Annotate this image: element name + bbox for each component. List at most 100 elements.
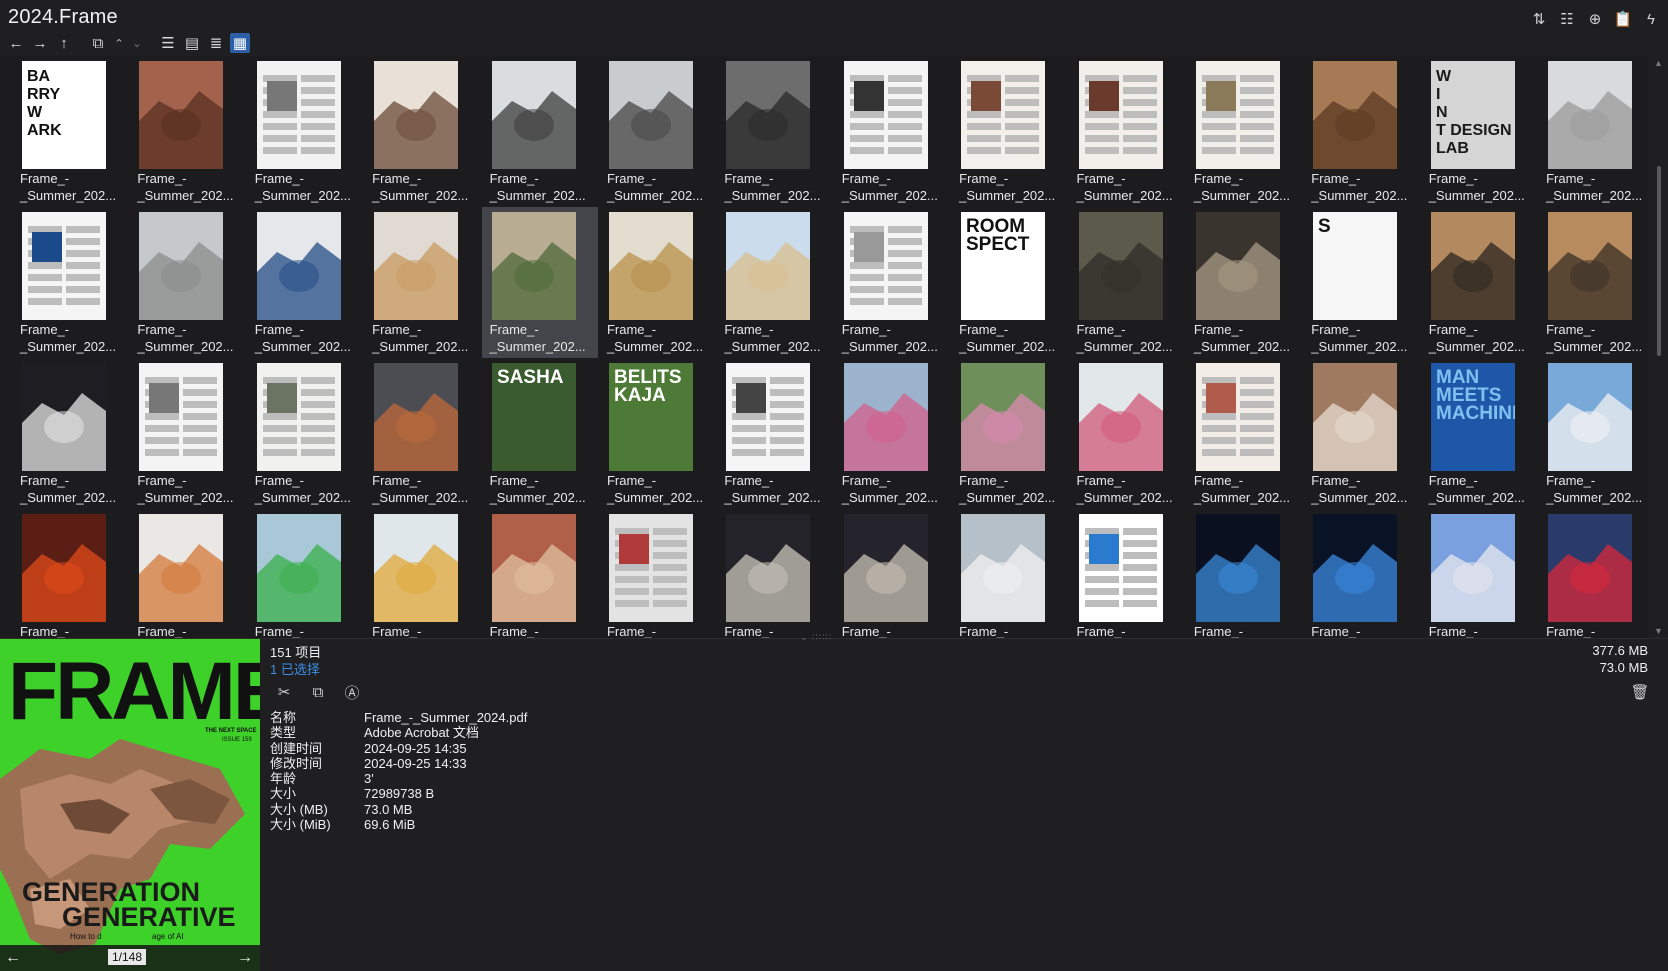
file-tile[interactable]: Frame_- (1069, 509, 1186, 638)
file-name-line-1: Frame_- (606, 171, 657, 186)
thumbnail-view-icon[interactable]: ▦ (230, 33, 250, 53)
file-name: Frame_- _Summer_202... (1546, 170, 1648, 204)
thumbnail-text: MACHINE (1436, 403, 1515, 424)
tile-view-icon[interactable]: ▤ (182, 33, 202, 53)
file-tile[interactable]: Frame_- _Summer_202... (1538, 207, 1648, 358)
file-tile[interactable]: Frame_- _Summer_202... (1186, 358, 1303, 509)
file-tile[interactable]: Frame_- _Summer_202... (599, 207, 716, 358)
file-name: Frame_- _Summer_202... (1194, 170, 1298, 204)
file-name-line-2: _Summer_202... (137, 188, 234, 203)
cut-icon[interactable]: ✂ (274, 682, 294, 702)
file-tile[interactable]: Frame_- _Summer_202... (1538, 358, 1648, 509)
file-thumbnail (1078, 514, 1163, 622)
list-view-icon[interactable]: ☰ (158, 33, 178, 53)
chevron-down-icon[interactable]: ⌄ (130, 33, 144, 53)
file-tile[interactable]: SASHA Frame_- _Summer_202... (482, 358, 599, 509)
file-tile[interactable]: Frame_- _Summer_202... (834, 207, 951, 358)
sort-icon[interactable]: ⇅ (1528, 8, 1550, 30)
chevron-up-icon[interactable]: ⌃ (112, 33, 126, 53)
forward-icon[interactable]: → (30, 33, 50, 53)
file-tile[interactable]: Frame_- (834, 509, 951, 638)
file-tile[interactable]: Frame_- (716, 509, 833, 638)
file-tile[interactable]: Frame_- (364, 509, 481, 638)
file-tile[interactable]: Frame_- _Summer_202... (12, 358, 129, 509)
file-thumbnail (491, 514, 576, 622)
file-tile[interactable]: Frame_- _Summer_202... (1303, 358, 1420, 509)
file-tile[interactable]: Frame_- _Summer_202... (834, 358, 951, 509)
file-tile[interactable]: Frame_- _Summer_202... (247, 358, 364, 509)
file-tile[interactable]: BELITS KAJA Frame_- _Summer_202... (599, 358, 716, 509)
file-tile[interactable]: Frame_- _Summer_202... (247, 207, 364, 358)
file-thumbnail: BA RRY W ARK (22, 61, 106, 169)
file-name-line-1: Frame_- (254, 171, 304, 186)
file-name-line-2: _Summer_202... (372, 339, 469, 354)
file-tile[interactable]: Frame_- _Summer_202... (1069, 207, 1186, 358)
delete-icon[interactable]: 🗑 (1630, 682, 1650, 702)
selected-count[interactable]: 1 已选择 (270, 659, 320, 678)
file-tile[interactable]: Frame_- _Summer_202... (834, 56, 951, 207)
file-tile[interactable]: Frame_- _Summer_202... (364, 207, 481, 358)
file-tile[interactable]: Frame_- _Summer_202... (1186, 56, 1303, 207)
property-value: 2024-09-25 14:33 (364, 755, 467, 771)
file-tile[interactable]: Frame_- _Summer_202... (247, 56, 364, 207)
file-tile[interactable]: Frame_- (1538, 509, 1648, 638)
file-name: Frame_- (490, 623, 594, 638)
file-tile[interactable]: Frame_- _Summer_202... (599, 56, 716, 207)
file-tile[interactable]: Frame_- _Summer_202... (129, 358, 246, 509)
scroll-down-icon[interactable]: ▼ (1654, 626, 1663, 636)
up-icon[interactable]: ↑ (54, 33, 74, 53)
file-tile[interactable]: BA RRY W ARK Frame_- _Summer_202... (12, 56, 129, 207)
file-tile[interactable]: Frame_- (482, 509, 599, 638)
file-name-line-1: Frame_- (841, 624, 891, 638)
file-tile[interactable]: Frame_- (1186, 509, 1303, 638)
file-tile[interactable]: Frame_- _Summer_202... (716, 207, 833, 358)
file-tile[interactable]: Frame_- _Summer_202... (716, 358, 833, 509)
file-name-line-2: _Summer_202... (489, 490, 586, 505)
list-options-icon[interactable]: ☷ (1556, 8, 1578, 30)
file-tile[interactable]: Frame_- (599, 509, 716, 638)
file-name-line-2: _Summer_202... (1311, 188, 1408, 203)
rename-icon[interactable]: Ⓐ (342, 682, 362, 702)
file-tile[interactable]: Frame_- (1303, 509, 1420, 638)
file-tile[interactable]: Frame_- (1421, 509, 1538, 638)
file-thumbnail (961, 61, 1046, 169)
file-tile[interactable]: Frame_- _Summer_202... (951, 358, 1068, 509)
file-tile[interactable]: Frame_- (247, 509, 364, 638)
file-tile[interactable]: MANMEETSMACHINE Frame_- _Summer_202... (1421, 358, 1538, 509)
clipboard-icon[interactable]: 📋 (1612, 8, 1634, 30)
file-tile[interactable]: Frame_- _Summer_202... (1069, 56, 1186, 207)
file-tile[interactable]: Frame_- _Summer_202... (364, 358, 481, 509)
file-tile[interactable]: Frame_- _Summer_202... (12, 207, 129, 358)
file-tile[interactable]: Frame_- (129, 509, 246, 638)
preview-prev-icon[interactable]: ← (2, 947, 24, 969)
file-tile[interactable]: Frame_- _Summer_202... (481, 207, 598, 358)
copy-icon[interactable]: ⧉ (308, 682, 328, 702)
file-thumbnail (491, 61, 576, 169)
flash-icon[interactable]: ϟ (1640, 8, 1662, 30)
file-tile[interactable]: Frame_- _Summer_202... (1303, 56, 1420, 207)
property-value: 72989738 B (364, 786, 435, 802)
file-tile[interactable]: Frame_- (12, 509, 129, 638)
scrollbar-thumb[interactable] (1657, 166, 1661, 356)
file-tile[interactable]: Frame_- (951, 509, 1068, 638)
scroll-up-icon[interactable]: ▲ (1654, 58, 1663, 68)
vertical-scrollbar[interactable]: ▲ ▼ (1652, 56, 1666, 638)
file-tile[interactable]: ROOM SPECT Frame_- _Summer_202... (951, 207, 1068, 358)
back-icon[interactable]: ← (6, 33, 26, 53)
file-tile[interactable]: Frame_- _Summer_202... (1069, 358, 1186, 509)
file-tile[interactable]: Frame_- _Summer_202... (364, 56, 481, 207)
new-icon[interactable]: ⊕ (1584, 8, 1606, 30)
file-tile[interactable]: Frame_- _Summer_202... (716, 56, 833, 207)
preview-next-icon[interactable]: → (234, 947, 256, 969)
file-tile[interactable]: Frame_- _Summer_202... (1421, 207, 1538, 358)
details-view-icon[interactable]: ≣ (206, 33, 226, 53)
file-tile[interactable]: Frame_- _Summer_202... (482, 56, 599, 207)
file-tile[interactable]: Frame_- _Summer_202... (1186, 207, 1303, 358)
window-icon[interactable]: ⧉ (88, 33, 108, 53)
file-tile[interactable]: WINT DESIGN LAB Frame_- _Summer_202... (1421, 56, 1538, 207)
file-tile[interactable]: Frame_- _Summer_202... (129, 207, 246, 358)
file-tile[interactable]: Frame_- _Summer_202... (951, 56, 1068, 207)
file-tile[interactable]: S Frame_- _Summer_202... (1303, 207, 1420, 358)
file-tile[interactable]: Frame_- _Summer_202... (1538, 56, 1648, 207)
file-tile[interactable]: Frame_- _Summer_202... (129, 56, 246, 207)
